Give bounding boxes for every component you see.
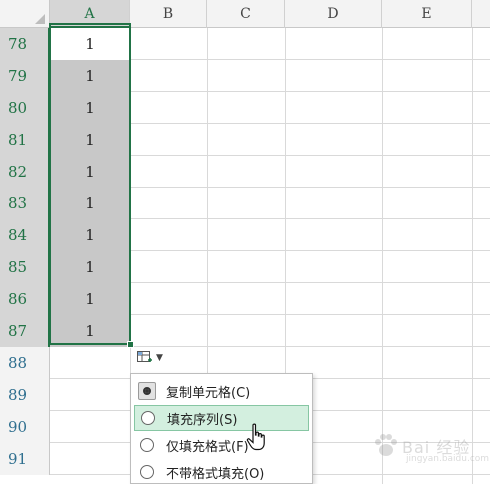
column-header-b[interactable]: B [130,0,207,28]
column-header-d[interactable]: D [285,0,382,28]
row-header[interactable]: 91 [0,443,50,475]
grid-line [382,0,383,484]
row-header[interactable]: 81 [0,124,50,156]
row-header[interactable]: 89 [0,379,50,411]
autofill-options-icon [137,351,152,362]
watermark: Bai 经验 jingyan.baidu.com [372,428,489,468]
autofill-options-menu: 复制单元格(C) 填充序列(S) 仅填充格式(F) 不带格式填充(O) [130,373,313,484]
cell-a[interactable]: 1 [50,124,130,156]
menu-item-label: 填充序列(S) [167,412,238,428]
row-header[interactable]: 85 [0,251,50,283]
menu-item-label: 不带格式填充(O) [166,466,265,482]
baidu-paw-icon [375,434,397,456]
radio-icon [140,438,154,452]
cell-a[interactable]: 1 [50,283,130,315]
column-header-e[interactable]: E [382,0,472,28]
radio-icon [141,411,155,425]
column-header-c[interactable]: C [207,0,285,28]
cell-a[interactable]: 1 [50,156,130,188]
spreadsheet-grid: A B C D E 78 1 79 1 80 1 81 1 82 1 83 1 84 1 85 1 86 1 87 1… [0,0,490,484]
menu-item-fill-without-formatting[interactable]: 不带格式填充(O) [134,459,309,484]
cell-a[interactable]: 1 [50,219,130,251]
watermark-url: jingyan.baidu.com [406,454,490,464]
menu-item-label: 仅填充格式(F) [166,439,249,455]
cell-a[interactable] [50,347,130,379]
grid-line [472,0,473,484]
cell-a[interactable]: 1 [50,315,130,347]
autofill-options-button[interactable]: ▼ [134,348,172,368]
row-header[interactable]: 87 [0,315,50,347]
row-header[interactable]: 83 [0,188,50,219]
radio-selected-icon [138,382,156,400]
cell-a[interactable]: 1 [50,60,130,92]
column-header-a[interactable]: A [50,0,130,28]
cell-a[interactable]: 1 [50,188,130,219]
cell-a[interactable] [50,411,130,443]
cell-a[interactable] [50,443,130,475]
select-all-triangle-icon [35,14,45,24]
chevron-down-icon: ▼ [156,353,163,363]
row-header[interactable]: 84 [0,219,50,251]
menu-item-copy-cells[interactable]: 复制单元格(C) [134,378,309,404]
radio-icon [140,465,154,479]
row-header[interactable]: 88 [0,347,50,379]
fill-handle[interactable] [127,341,134,348]
cell-a[interactable]: 1 [50,251,130,283]
cell-a[interactable]: 1 [50,92,130,124]
menu-item-label: 复制单元格(C) [166,385,251,401]
row-header[interactable]: 79 [0,60,50,92]
row-header[interactable]: 80 [0,92,50,124]
cell-a[interactable]: 1 [50,28,130,60]
menu-item-fill-formatting-only[interactable]: 仅填充格式(F) [134,432,309,458]
mouse-pointer-hand-icon [246,423,265,451]
menu-item-fill-series[interactable]: 填充序列(S) [134,405,309,431]
select-all-corner[interactable] [0,0,50,28]
column-header-bar: A B C D E [0,0,490,28]
row-header[interactable]: 78 [0,28,50,60]
row-header[interactable]: 82 [0,156,50,188]
row-header[interactable]: 86 [0,283,50,315]
cell-a[interactable] [50,379,130,411]
row-header[interactable]: 90 [0,411,50,443]
